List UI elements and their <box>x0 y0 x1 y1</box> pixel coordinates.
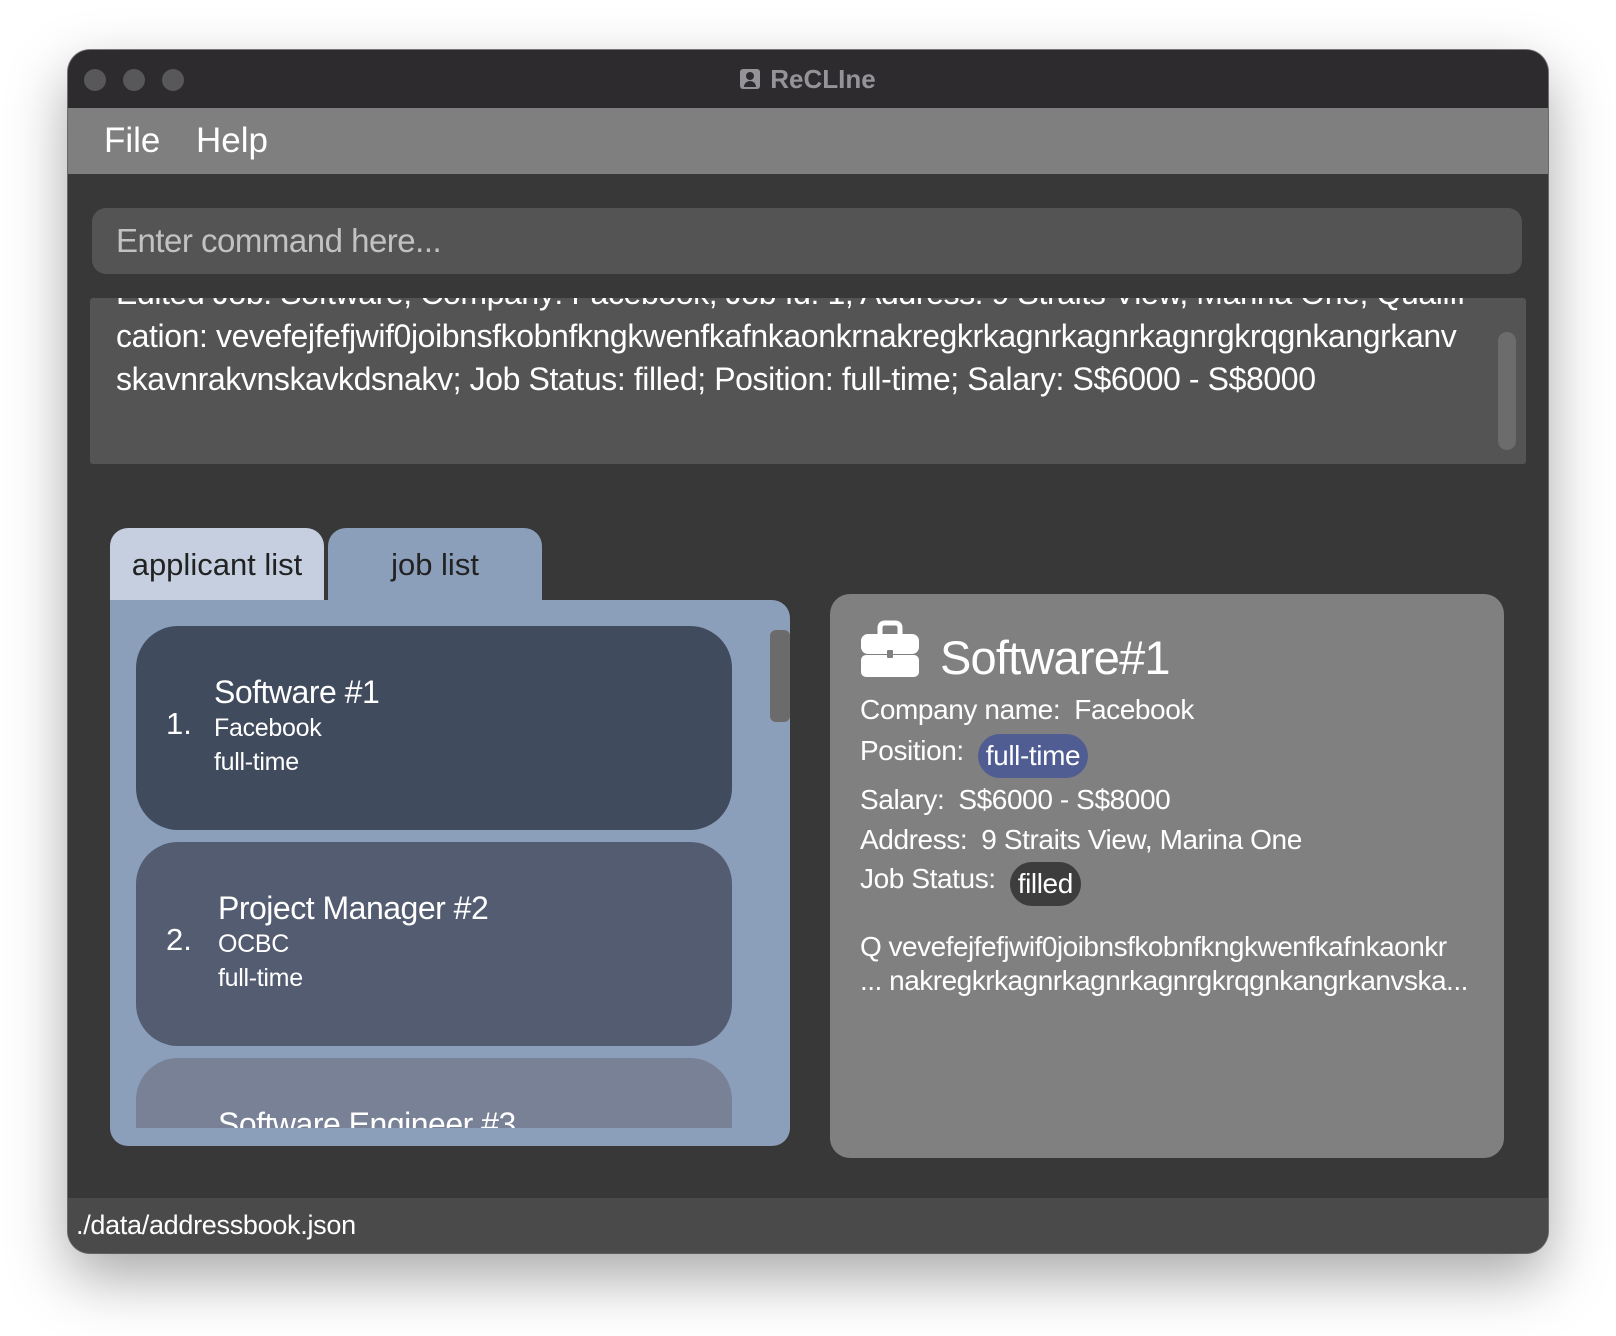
status-bar: ./data/addressbook.json <box>68 1198 1548 1253</box>
title-bar: ReCLIne <box>68 50 1548 108</box>
menu-help[interactable]: Help <box>196 108 268 174</box>
briefcase-icon <box>861 620 919 677</box>
result-scrollbar[interactable] <box>1498 332 1516 450</box>
status-badge: filled <box>1009 862 1081 906</box>
job-card[interactable]: 1. Software #1 Facebook full-time <box>136 626 732 830</box>
status-label: Job Status: <box>860 863 996 894</box>
tab-job-list[interactable]: job list <box>328 528 542 602</box>
job-card[interactable]: Software Engineer #3 <box>136 1058 732 1128</box>
company-value: Facebook <box>1074 694 1194 725</box>
address-row: Address: 9 Straits View, Marina One <box>860 824 1302 856</box>
job-detail-title: Software#1 <box>940 631 1171 684</box>
qualification-line: Q vevefejfefjwif0joibnsfkobnfkngkwenfkaf… <box>860 931 1447 962</box>
result-text: Edited Job: Software; Company: Facebook;… <box>116 298 1465 397</box>
menu-file[interactable]: File <box>104 108 160 174</box>
tab-applicant-list[interactable]: applicant list <box>110 528 324 602</box>
job-card[interactable]: 2. Project Manager #2 OCBC full-time <box>136 842 732 1046</box>
qualification-line: ... nakregkrkagnrkagnrkagnrgkrqgnkangrka… <box>860 965 1468 996</box>
result-display[interactable]: Edited Job: Software; Company: Facebook;… <box>90 298 1526 464</box>
status-row: Job Status: filled <box>860 862 1081 906</box>
position-badge: full-time <box>977 734 1089 778</box>
company-row: Company name: Facebook <box>860 694 1194 726</box>
command-input[interactable]: Enter command here... <box>92 208 1522 274</box>
job-list: 1. Software #1 Facebook full-time 2. Pro… <box>136 626 736 1128</box>
contact-card-icon <box>740 69 761 89</box>
job-card-title: Software Engineer #3 <box>218 1106 516 1128</box>
menu-bar: File Help <box>68 108 1548 174</box>
job-card-title: Project Manager #2 <box>218 890 489 926</box>
data-file-path: ./data/addressbook.json <box>76 1210 356 1240</box>
job-detail-panel: Software#1 Company name: Facebook Positio… <box>830 594 1504 1158</box>
address-value: 9 Straits View, Marina One <box>981 824 1302 855</box>
position-label: Position: <box>860 735 964 766</box>
window-title: ReCLIne <box>68 50 1548 108</box>
job-list-panel: 1. Software #1 Facebook full-time 2. Pro… <box>110 600 790 1146</box>
qualification-text: Q vevefejfefjwif0joibnsfkobnfkngkwenfkaf… <box>860 930 1490 998</box>
job-card-index: 2. <box>166 922 192 957</box>
job-card-position: full-time <box>214 748 299 776</box>
job-card-company: OCBC <box>218 930 290 958</box>
job-list-scrollbar[interactable] <box>770 630 790 722</box>
company-label: Company name: <box>860 694 1061 725</box>
job-card-company: Facebook <box>214 714 322 742</box>
salary-label: Salary: <box>860 784 945 815</box>
job-card-position: full-time <box>218 964 303 992</box>
window-title-text: ReCLIne <box>770 63 876 94</box>
address-label: Address: <box>860 824 968 855</box>
app-window: ReCLIne File Help Enter command here... … <box>68 50 1548 1253</box>
job-card-index: 1. <box>166 706 192 741</box>
position-row: Position: full-time <box>860 734 1089 778</box>
salary-value: S$6000 - S$8000 <box>958 784 1171 815</box>
job-card-title: Software #1 <box>214 674 380 710</box>
salary-row: Salary: S$6000 - S$8000 <box>860 784 1171 816</box>
